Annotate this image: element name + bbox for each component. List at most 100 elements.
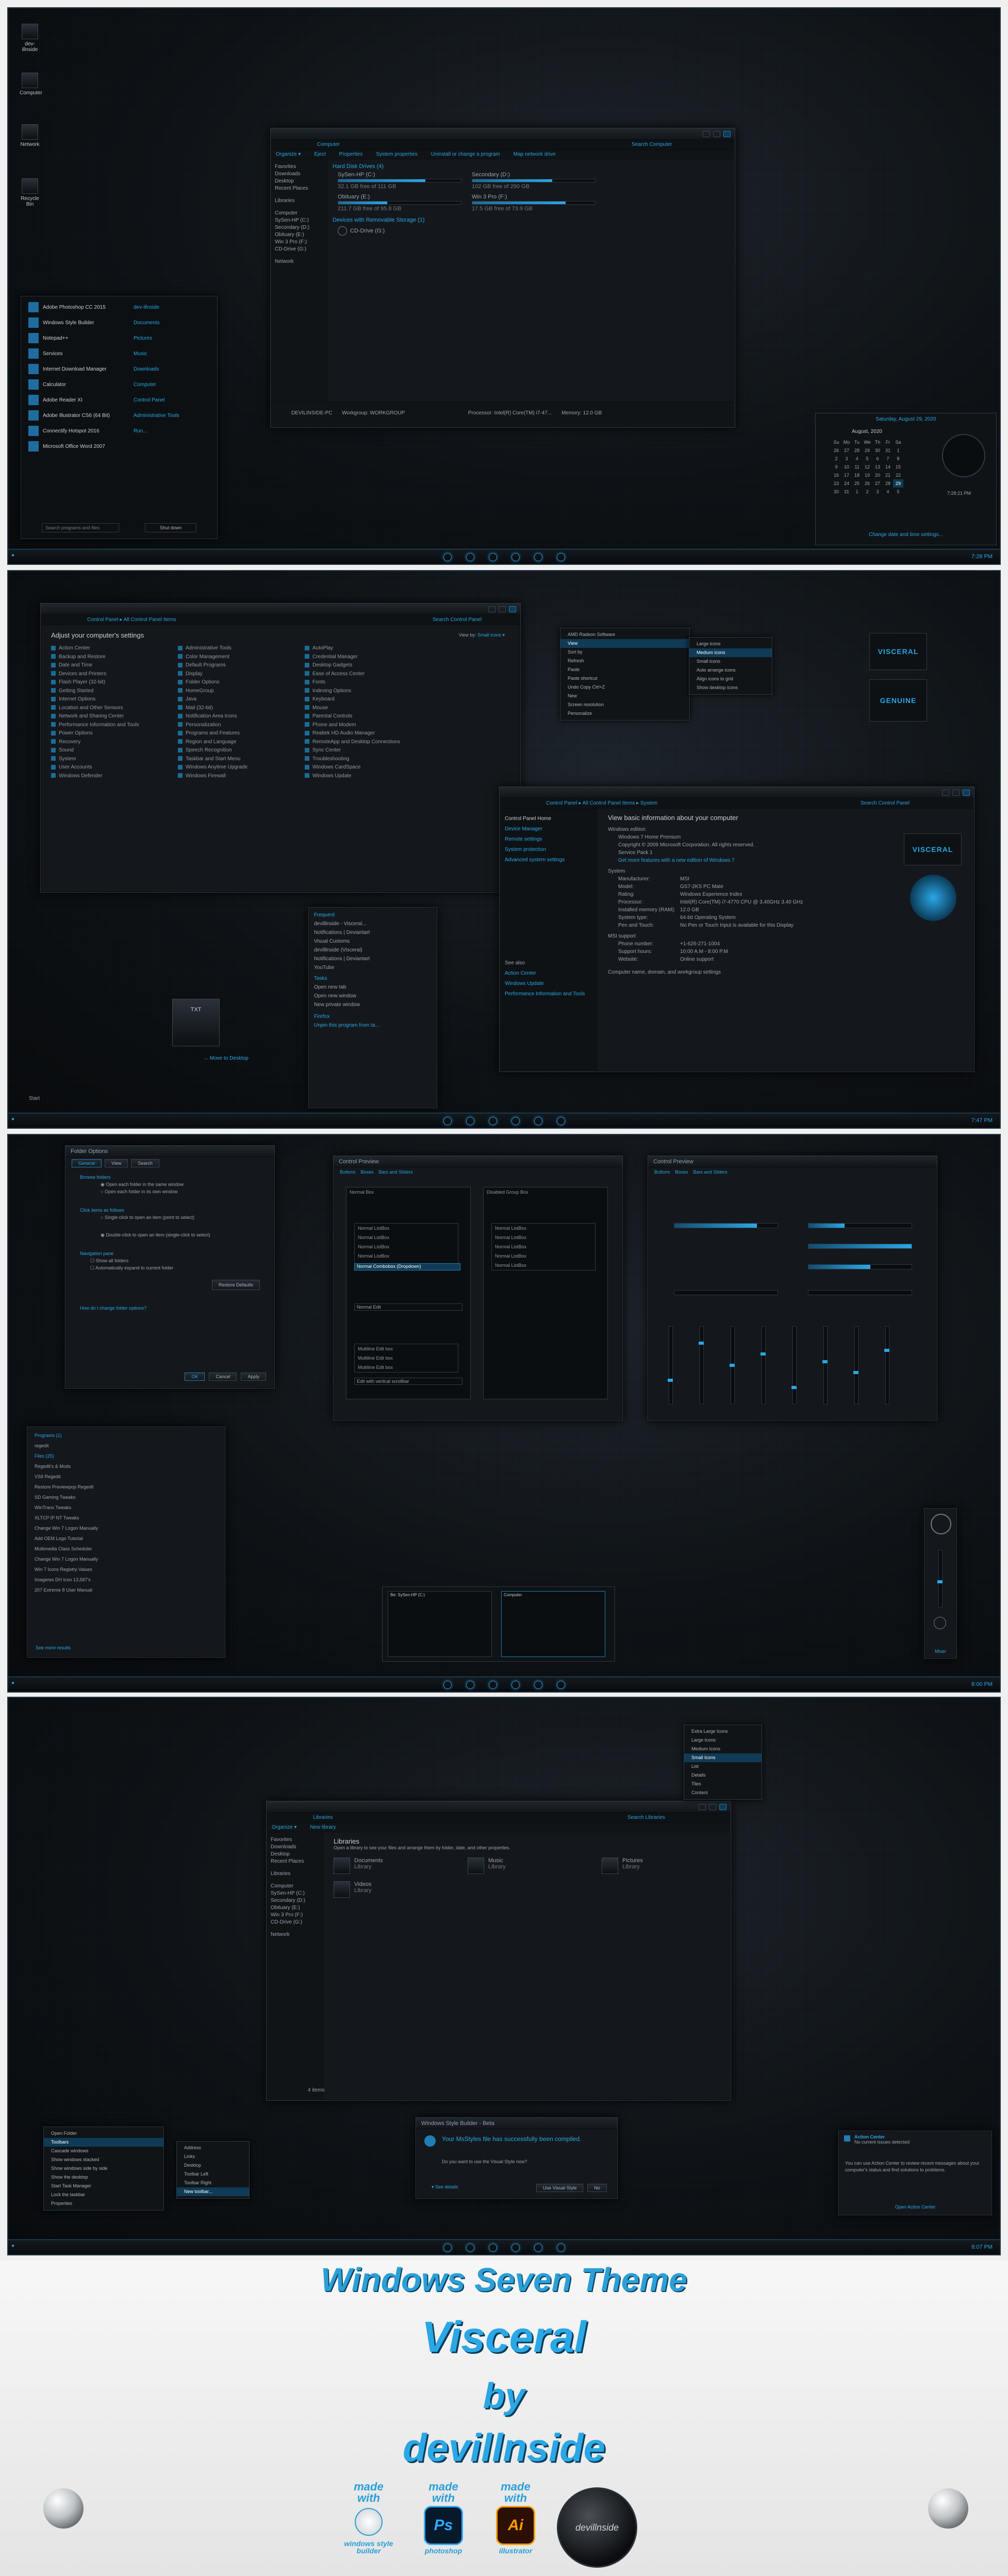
start-search[interactable]: Search programs and files <box>42 523 119 532</box>
start-button[interactable]: ● <box>11 2243 14 2249</box>
taskbar-menu-item[interactable]: Show windows side by side <box>44 2164 163 2173</box>
cp-item[interactable]: Display <box>178 670 302 679</box>
mixer-dial-icon[interactable] <box>931 1514 951 1534</box>
start-place-item[interactable]: Pictures <box>129 330 212 346</box>
desktop-icon-computer[interactable]: Computer <box>20 73 42 96</box>
search-file-result[interactable]: Win 7 Icons Registry Values <box>35 1564 218 1575</box>
apply-button[interactable]: Apply <box>241 1373 266 1381</box>
search-file-result[interactable]: 207 Extreme 8 User Manual <box>35 1585 218 1595</box>
nav-item[interactable]: Computer <box>275 210 323 217</box>
app-icon[interactable] <box>488 2244 497 2252</box>
address-bar[interactable]: Control Panel ▸ All Control Panel Items … <box>500 798 974 809</box>
start-place-item[interactable]: Control Panel <box>129 392 212 408</box>
cp-item[interactable]: Realtek HD Audio Manager <box>305 729 428 738</box>
submenu-item[interactable]: Large icons <box>689 640 772 648</box>
app-icon[interactable] <box>534 1117 542 1125</box>
app-icon[interactable] <box>488 1681 497 1689</box>
calendar-day[interactable]: 4 <box>883 488 893 496</box>
cp-item[interactable]: Phone and Modem <box>305 721 428 730</box>
drive-item[interactable]: SySen-HP (C:) 32.1 GB free of 111 GB <box>338 172 461 190</box>
nav-item[interactable]: SySen-HP (C:) <box>275 217 323 224</box>
cp-item[interactable]: Mouse <box>305 704 428 713</box>
system-nav-link[interactable]: Control Panel Home <box>505 814 592 824</box>
cp-item[interactable]: Date and Time <box>51 661 175 670</box>
no-button[interactable]: No <box>587 2184 607 2192</box>
start-place-item[interactable]: Administrative Tools <box>129 408 212 423</box>
calendar-day[interactable]: 4 <box>852 455 862 463</box>
drive-item[interactable]: Obituary (E:) 211.7 GB free of 95.8 GB <box>338 194 461 212</box>
nav-item[interactable]: Win 3 Pro (F:) <box>271 1912 319 1919</box>
cp-item[interactable]: Speech Recognition <box>178 746 302 755</box>
cp-item[interactable]: Taskbar and Start Menu <box>178 755 302 764</box>
submenu-item[interactable]: Auto arrange icons <box>689 666 772 675</box>
jumplist-item[interactable]: devillinside (Visceral) <box>314 946 432 955</box>
system-properties-button[interactable]: System properties <box>376 152 418 157</box>
nav-item[interactable]: Network <box>271 1931 319 1938</box>
jumplist-footer-item[interactable]: Firefox <box>314 1012 432 1021</box>
start-program-item[interactable]: Adobe Photoshop CC 2015 <box>24 299 122 315</box>
vertical-slider[interactable] <box>668 1326 673 1404</box>
calendar-day[interactable]: 24 <box>841 479 852 488</box>
taskbar-clock[interactable]: 8:07 PM <box>971 2244 993 2250</box>
nav-item[interactable]: Desktop <box>275 178 323 185</box>
app-icon[interactable] <box>466 1117 474 1125</box>
library-item[interactable]: Pictures Library <box>602 1858 736 1874</box>
app-icon[interactable] <box>556 2244 565 2252</box>
cp-item[interactable]: Credential Manager <box>305 653 428 662</box>
context-menu-item[interactable]: Undo Copy Ctrl+Z <box>560 683 689 692</box>
library-item[interactable]: Music Library <box>468 1858 602 1874</box>
preview-tab[interactable]: Boxes <box>675 1169 688 1175</box>
listbox-item[interactable]: Normal ListBox <box>355 1242 458 1251</box>
calendar-day[interactable]: 1 <box>852 488 862 496</box>
nav-item[interactable]: Recent Places <box>275 185 323 192</box>
nav-item[interactable]: Recent Places <box>271 1858 319 1865</box>
context-menu-item[interactable]: Sort by <box>560 648 689 657</box>
jumplist-item[interactable]: devillinside - Visceral... <box>314 919 432 928</box>
thumbnail-computer[interactable]: Computer <box>501 1591 605 1657</box>
close-icon[interactable] <box>509 606 516 612</box>
jumplist-task[interactable]: Open new tab <box>314 983 432 992</box>
radio-double-click[interactable]: ◉ Double-click to open an item (single-c… <box>80 1231 260 1239</box>
removable-drive[interactable]: CD-Drive (G:) <box>338 226 724 236</box>
search-file-result[interactable]: XLTCP IP NT Tweaks <box>35 1513 218 1523</box>
toolbar-option[interactable]: Address <box>177 2144 249 2152</box>
cp-item[interactable]: Backup and Restore <box>51 653 175 662</box>
address-bar[interactable]: Computer Search Computer <box>271 140 735 150</box>
view-option[interactable]: Tiles <box>684 1780 762 1788</box>
calendar-day[interactable]: 26 <box>862 479 872 488</box>
nav-item[interactable]: Secondary (D:) <box>271 1897 319 1904</box>
app-icon[interactable] <box>443 553 452 561</box>
start-button[interactable]: ● <box>11 1680 14 1686</box>
toolbar-option[interactable]: Links <box>177 2152 249 2161</box>
calendar-day[interactable]: 9 <box>831 463 841 471</box>
cp-item[interactable]: Notification Area Icons <box>178 712 302 721</box>
app-icon[interactable] <box>511 2244 520 2252</box>
radio-single-click[interactable]: ○ Single-click to open an item (point to… <box>80 1214 260 1221</box>
desktop-icon-network[interactable]: Network <box>20 124 40 147</box>
calendar-day[interactable]: 23 <box>831 479 841 488</box>
nav-item[interactable]: Secondary (D:) <box>275 224 323 231</box>
start-button[interactable]: ● <box>11 553 14 558</box>
cp-item[interactable]: Network and Sharing Center <box>51 712 175 721</box>
nav-item[interactable]: Obituary (E:) <box>271 1904 319 1912</box>
app-icon[interactable] <box>466 2244 474 2252</box>
calendar-date-header[interactable]: Saturday, August 29, 2020 <box>816 413 996 425</box>
search-file-result[interactable]: Change Win 7 Logon Manually <box>35 1554 218 1564</box>
view-option[interactable]: Large Icons <box>684 1736 762 1745</box>
taskbar-menu-item[interactable]: Cascade windows <box>44 2147 163 2155</box>
start-place-item[interactable]: Documents <box>129 315 212 330</box>
submenu-item[interactable]: Show desktop icons <box>689 683 772 692</box>
close-icon[interactable] <box>719 1804 726 1810</box>
search-file-result[interactable]: Add OEM Logo Tutorial <box>35 1533 218 1544</box>
search-file-result[interactable]: WinTrans Tweaks <box>35 1502 218 1513</box>
calendar-day[interactable]: 2 <box>831 455 841 463</box>
start-program-item[interactable]: Internet Download Manager <box>24 361 122 377</box>
toolbar-option[interactable]: Desktop <box>177 2161 249 2170</box>
taskbar-clock[interactable]: 7:47 PM <box>971 1117 993 1124</box>
start-program-item[interactable]: Notepad++ <box>24 330 122 346</box>
vertical-slider[interactable] <box>791 1326 797 1404</box>
cp-item[interactable]: Devices and Printers <box>51 670 175 679</box>
nav-item[interactable]: Libraries <box>271 1870 319 1878</box>
thumbnail-explorer[interactable]: Be: SySen-HP (C:) <box>388 1591 492 1657</box>
start-program-item[interactable]: Microsoft Office Word 2007 <box>24 439 122 454</box>
